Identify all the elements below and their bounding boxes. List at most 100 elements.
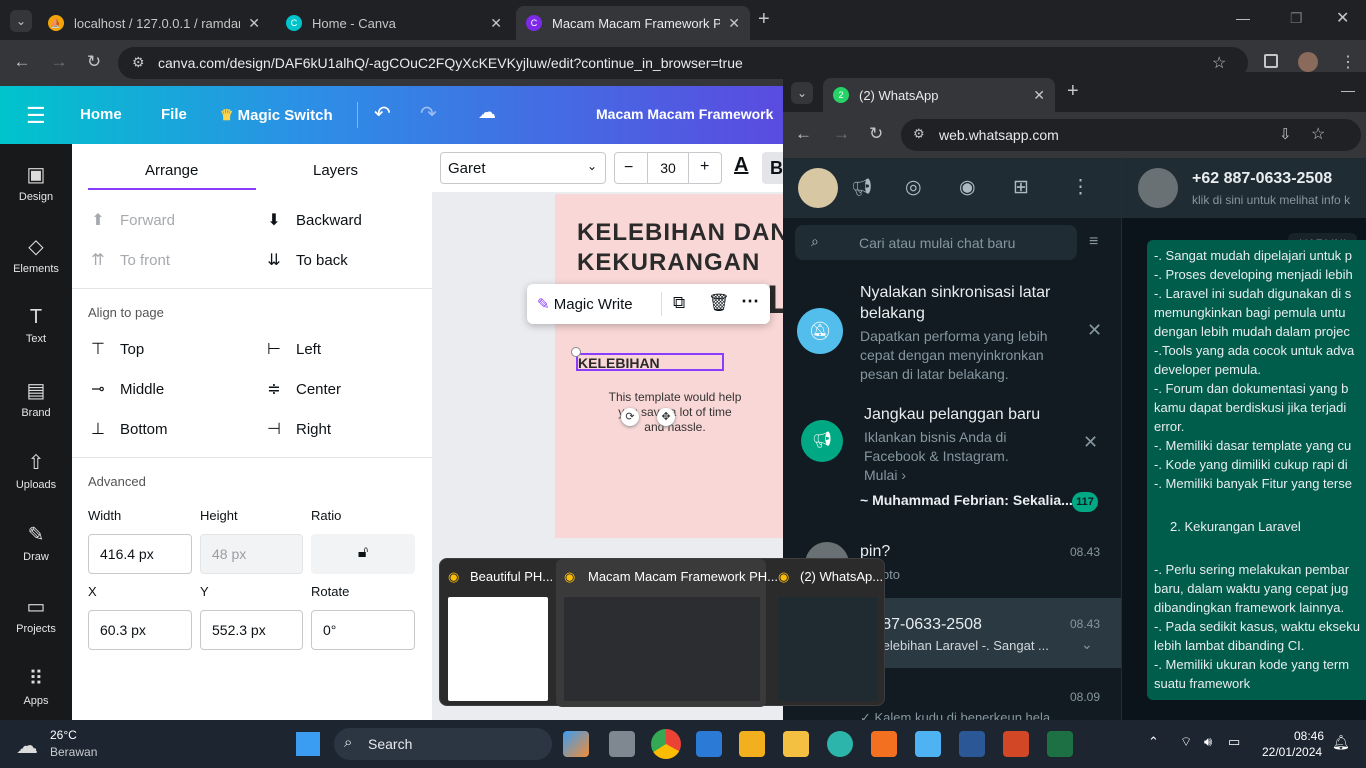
conversation-header[interactable]: +62 887-0633-2508 klik di sini untuk mel… [1122, 158, 1366, 218]
rail-uploads[interactable]: ⇧ Uploads [0, 450, 72, 491]
selected-text-box[interactable]: KELEBIHAN [576, 353, 724, 371]
align-top-button[interactable]: ⊤ Top [88, 339, 144, 359]
megaphone-icon[interactable]: 📢︎ [851, 178, 873, 198]
close-banner-icon[interactable]: ✕ [1083, 432, 1098, 453]
tab-search-icon[interactable]: ⌄ [791, 82, 813, 104]
rail-apps[interactable]: ⠿ Apps [0, 666, 72, 707]
app-icon[interactable] [563, 731, 589, 757]
tab-canva-design[interactable]: C Macam Macam Framework PHP ✕ [516, 6, 750, 40]
new-tab-button[interactable]: + [1067, 80, 1079, 103]
message-bubble[interactable]: -. Sangat mudah dipelajari untuk p -. Pr… [1147, 240, 1366, 700]
close-tab-icon[interactable]: ✕ [248, 15, 260, 32]
tab-layers[interactable]: Layers [313, 162, 358, 179]
bookmark-star-icon[interactable]: ☆ [1311, 124, 1325, 144]
taskbar-search[interactable]: ⌕ Search [334, 728, 552, 760]
decrease-icon[interactable]: − [624, 159, 633, 177]
reload-icon[interactable]: ↻ [869, 124, 883, 144]
edge-icon[interactable] [827, 731, 853, 757]
font-size-input[interactable]: 30 [647, 153, 689, 183]
start-icon[interactable] [296, 732, 320, 756]
close-tab-icon[interactable]: ✕ [1033, 87, 1045, 104]
y-field[interactable]: 552.3 px [200, 610, 303, 650]
restore-icon[interactable]: ❐ [1290, 10, 1303, 27]
close-window-icon[interactable]: ✕ [1336, 8, 1349, 28]
back-icon[interactable]: ← [10, 52, 34, 72]
window-thumbnail-active[interactable]: ◉ Macam Macam Framework PH... [556, 559, 778, 707]
forward-icon[interactable]: → [47, 52, 71, 72]
back-icon[interactable]: ← [795, 124, 812, 144]
font-select[interactable]: Garet ⌄ [440, 152, 606, 184]
magic-switch-button[interactable]: ♛ Magic Switch [220, 106, 333, 124]
battery-icon[interactable]: ▭ [1228, 734, 1240, 750]
duplicate-icon[interactable]: ⧉ [673, 293, 685, 313]
resize-handle[interactable] [571, 347, 581, 357]
site-info-icon[interactable]: ⚙ [132, 54, 145, 71]
powerpoint-icon[interactable] [1003, 731, 1029, 757]
temperature[interactable]: 26°C [50, 728, 77, 742]
rail-brand[interactable]: ▤ Brand [0, 378, 72, 419]
reload-icon[interactable]: ↻ [82, 52, 106, 72]
align-left-button[interactable]: ⊢ Left [264, 339, 321, 359]
app-icon[interactable] [915, 731, 941, 757]
chevron-down-icon[interactable]: ⌄ [1081, 636, 1093, 653]
height-field[interactable]: 48 px [200, 534, 303, 574]
tab-phpmyadmin[interactable]: ⛵ localhost / 127.0.0.1 / ramdank ✕ [38, 6, 270, 40]
tab-canva-home[interactable]: C Home - Canva ✕ [276, 6, 512, 40]
profile-avatar[interactable] [1298, 52, 1318, 72]
new-chat-icon[interactable]: ⊞ [1013, 176, 1029, 199]
notification-bell-icon[interactable]: 🔔︎ [1332, 734, 1350, 751]
rail-draw[interactable]: ✎ Draw [0, 522, 72, 563]
increase-icon[interactable]: + [700, 158, 709, 176]
move-handle-icon[interactable]: ✥ [657, 408, 675, 426]
install-app-icon[interactable]: ⇩ [1279, 125, 1292, 143]
banner-sync-title[interactable]: Nyalakan sinkronisasi latar belakang [860, 282, 1060, 324]
close-banner-icon[interactable]: ✕ [1087, 320, 1102, 341]
vscode-icon[interactable] [696, 731, 722, 757]
file-explorer-icon[interactable] [783, 731, 809, 757]
task-view-icon[interactable] [609, 731, 635, 757]
xampp-icon[interactable] [871, 731, 897, 757]
search-input[interactable]: ⌕ Cari atau mulai chat baru [795, 225, 1077, 260]
banner-link[interactable]: Mulai › [864, 467, 906, 483]
bookmark-star-icon[interactable]: ☆ [1212, 53, 1226, 73]
whatsapp-address-bar[interactable]: ⚙ web.whatsapp.com ⇩ ☆ [901, 119, 1361, 151]
rail-design[interactable]: ▣ Design [0, 162, 72, 203]
align-middle-button[interactable]: ⊸ Middle [88, 379, 164, 399]
trash-icon[interactable]: 🗑︎ [708, 293, 730, 313]
to-back-button[interactable]: ⇊ To back [264, 250, 347, 270]
text-color-button[interactable]: A [734, 154, 748, 177]
forward-icon[interactable]: → [833, 124, 850, 144]
clock-date[interactable]: 22/01/2024 [1262, 745, 1322, 759]
avatar[interactable] [798, 168, 838, 208]
font-size-stepper[interactable]: − 30 + [614, 152, 722, 184]
banner-customers-title[interactable]: Jangkau pelanggan baru [864, 406, 1040, 424]
hamburger-icon[interactable]: ☰ [26, 103, 46, 129]
undo-icon[interactable]: ↶ [374, 101, 391, 126]
minimize-icon[interactable]: — [1236, 10, 1250, 26]
width-field[interactable]: 416.4 px [88, 534, 192, 574]
close-tab-icon[interactable]: ✕ [490, 15, 502, 32]
backward-button[interactable]: ⬇ Backward [264, 210, 362, 230]
tab-arrange[interactable]: Arrange [145, 162, 198, 179]
menu-icon[interactable]: ⋮ [1340, 52, 1356, 72]
chrome-taskbar-icon[interactable] [651, 729, 681, 759]
align-center-button[interactable]: ≑ Center [264, 379, 341, 399]
word-icon[interactable] [959, 731, 985, 757]
channels-icon[interactable]: ◉ [959, 176, 976, 199]
clock-time[interactable]: 08:46 [1294, 729, 1324, 743]
window-thumbnail[interactable]: ◉ Beautiful PH... [440, 559, 556, 707]
chevron-up-icon[interactable]: ⌃ [1148, 734, 1159, 750]
close-tab-icon[interactable]: ✕ [728, 15, 740, 32]
rail-text[interactable]: T Text [0, 306, 72, 345]
to-front-button[interactable]: ⇈ To front [88, 250, 170, 270]
chat-item[interactable]: ~ Muhammad Febrian: Sekalia... 117 [783, 484, 1113, 526]
rail-elements[interactable]: ◇ Elements [0, 234, 72, 275]
side-panel-icon[interactable] [1264, 54, 1278, 68]
align-right-button[interactable]: ⊣ Right [264, 419, 331, 439]
weather-icon[interactable]: ☁ [16, 733, 38, 759]
window-thumbnail[interactable]: ◉ (2) WhatsAp... [770, 559, 886, 707]
rotate-field[interactable]: 0° [311, 610, 415, 650]
new-tab-button[interactable]: + [758, 8, 770, 31]
document-title[interactable]: Macam Macam Framework [596, 106, 773, 122]
forward-button[interactable]: ⬆ Forward [88, 210, 175, 230]
